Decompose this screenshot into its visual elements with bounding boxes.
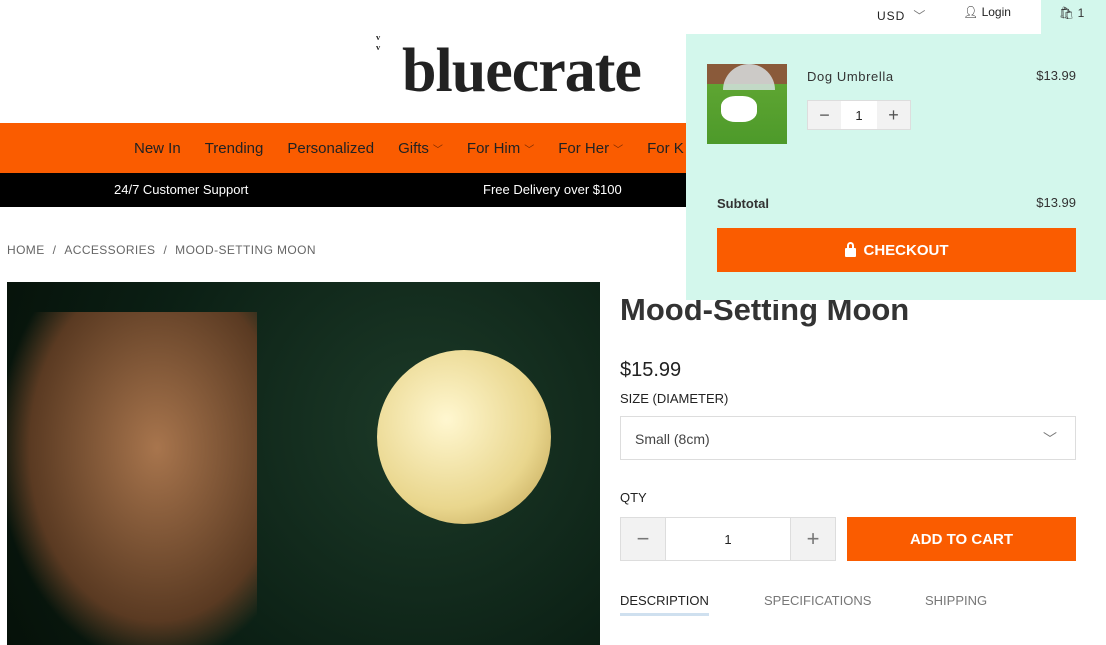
cart-count: 1	[1077, 6, 1085, 20]
size-select[interactable]: Small (8cm) ﹀	[620, 416, 1076, 460]
nav-for-kids[interactable]: For K	[647, 140, 684, 157]
top-bar: USD ﹀ 👤︎ Login	[0, 0, 1106, 32]
nav-label: For Him	[466, 139, 521, 157]
delivery-text: Free Delivery over $100	[483, 182, 622, 197]
chevron-down-icon: ﹀	[613, 144, 624, 156]
plus-button[interactable]: +	[877, 101, 910, 129]
cart-button[interactable]: 🛍︎ 1	[1041, 0, 1106, 34]
breadcrumb-accessories[interactable]: ACCESSORIES	[64, 243, 155, 257]
chevron-down-icon: ﹀	[1043, 431, 1057, 447]
product-image[interactable]	[7, 282, 600, 645]
nav-trending[interactable]: Trending	[205, 140, 264, 157]
user-icon: 👤︎	[963, 5, 979, 19]
nav-label: Gifts	[398, 139, 429, 157]
plus-button[interactable]: +	[791, 518, 835, 560]
currency-selector[interactable]: USD ﹀	[877, 7, 926, 24]
checkout-label: CHECKOUT	[863, 241, 949, 259]
chevron-down-icon: ﹀	[524, 144, 535, 156]
nav-new-in[interactable]: New In	[134, 140, 181, 157]
bag-icon: 🛍︎	[1059, 6, 1075, 20]
currency-label: USD	[877, 9, 906, 23]
cart-quantity-input[interactable]: 1	[841, 101, 877, 129]
tab-shipping[interactable]: SHIPPING	[925, 593, 987, 608]
size-label: SIZE (DIAMETER)	[620, 391, 729, 406]
cart-item-image[interactable]	[707, 64, 787, 144]
minus-button[interactable]: −	[808, 101, 841, 129]
cart-item-name[interactable]: Dog Umbrella	[807, 69, 894, 84]
mini-cart: Dog Umbrella $13.99 − 1 + Subtotal $13.9…	[686, 34, 1106, 300]
size-value: Small (8cm)	[635, 431, 710, 447]
subtotal-value: $13.99	[1036, 195, 1076, 210]
breadcrumb-home[interactable]: HOME	[7, 243, 45, 257]
nav-gifts[interactable]: Gifts ﹀	[398, 140, 443, 157]
quantity-input[interactable]: 1	[665, 518, 791, 560]
cart-quantity-stepper: − 1 +	[807, 100, 911, 130]
login-link[interactable]: 👤︎ Login	[963, 5, 1011, 19]
lock-icon	[844, 241, 856, 257]
logo-text: bluecrate	[402, 37, 642, 105]
quantity-stepper: − 1 +	[620, 517, 836, 561]
moon-lamp-shape	[377, 350, 551, 524]
breadcrumb: HOME / ACCESSORIES / MOOD-SETTING MOON	[7, 243, 316, 257]
logo[interactable]: ᵛ ᵛ bluecrate	[376, 33, 642, 107]
chevron-down-icon: ﹀	[913, 9, 927, 23]
nav-personalized[interactable]: Personalized	[287, 140, 374, 157]
nav-for-him[interactable]: For Him ﹀	[467, 140, 534, 157]
person-shape	[7, 312, 257, 645]
nav-for-her[interactable]: For Her ﹀	[558, 140, 623, 157]
product-price: $15.99	[620, 359, 682, 381]
subtotal-label: Subtotal	[717, 196, 769, 211]
login-label: Login	[981, 5, 1011, 19]
chevron-down-icon: ﹀	[432, 144, 443, 156]
support-text: 24/7 Customer Support	[114, 182, 249, 197]
checkout-button[interactable]: CHECKOUT	[717, 228, 1076, 272]
qty-label: QTY	[620, 490, 647, 505]
bats-icon: ᵛᵛ	[376, 33, 380, 58]
minus-button[interactable]: −	[621, 518, 665, 560]
tab-description[interactable]: DESCRIPTION	[620, 593, 709, 616]
breadcrumb-current: MOOD-SETTING MOON	[175, 243, 316, 257]
cart-item-price: $13.99	[1036, 68, 1076, 83]
tab-specifications[interactable]: SPECIFICATIONS	[764, 593, 871, 608]
nav-label: For Her	[558, 139, 610, 157]
add-to-cart-button[interactable]: ADD TO CART	[847, 517, 1076, 561]
